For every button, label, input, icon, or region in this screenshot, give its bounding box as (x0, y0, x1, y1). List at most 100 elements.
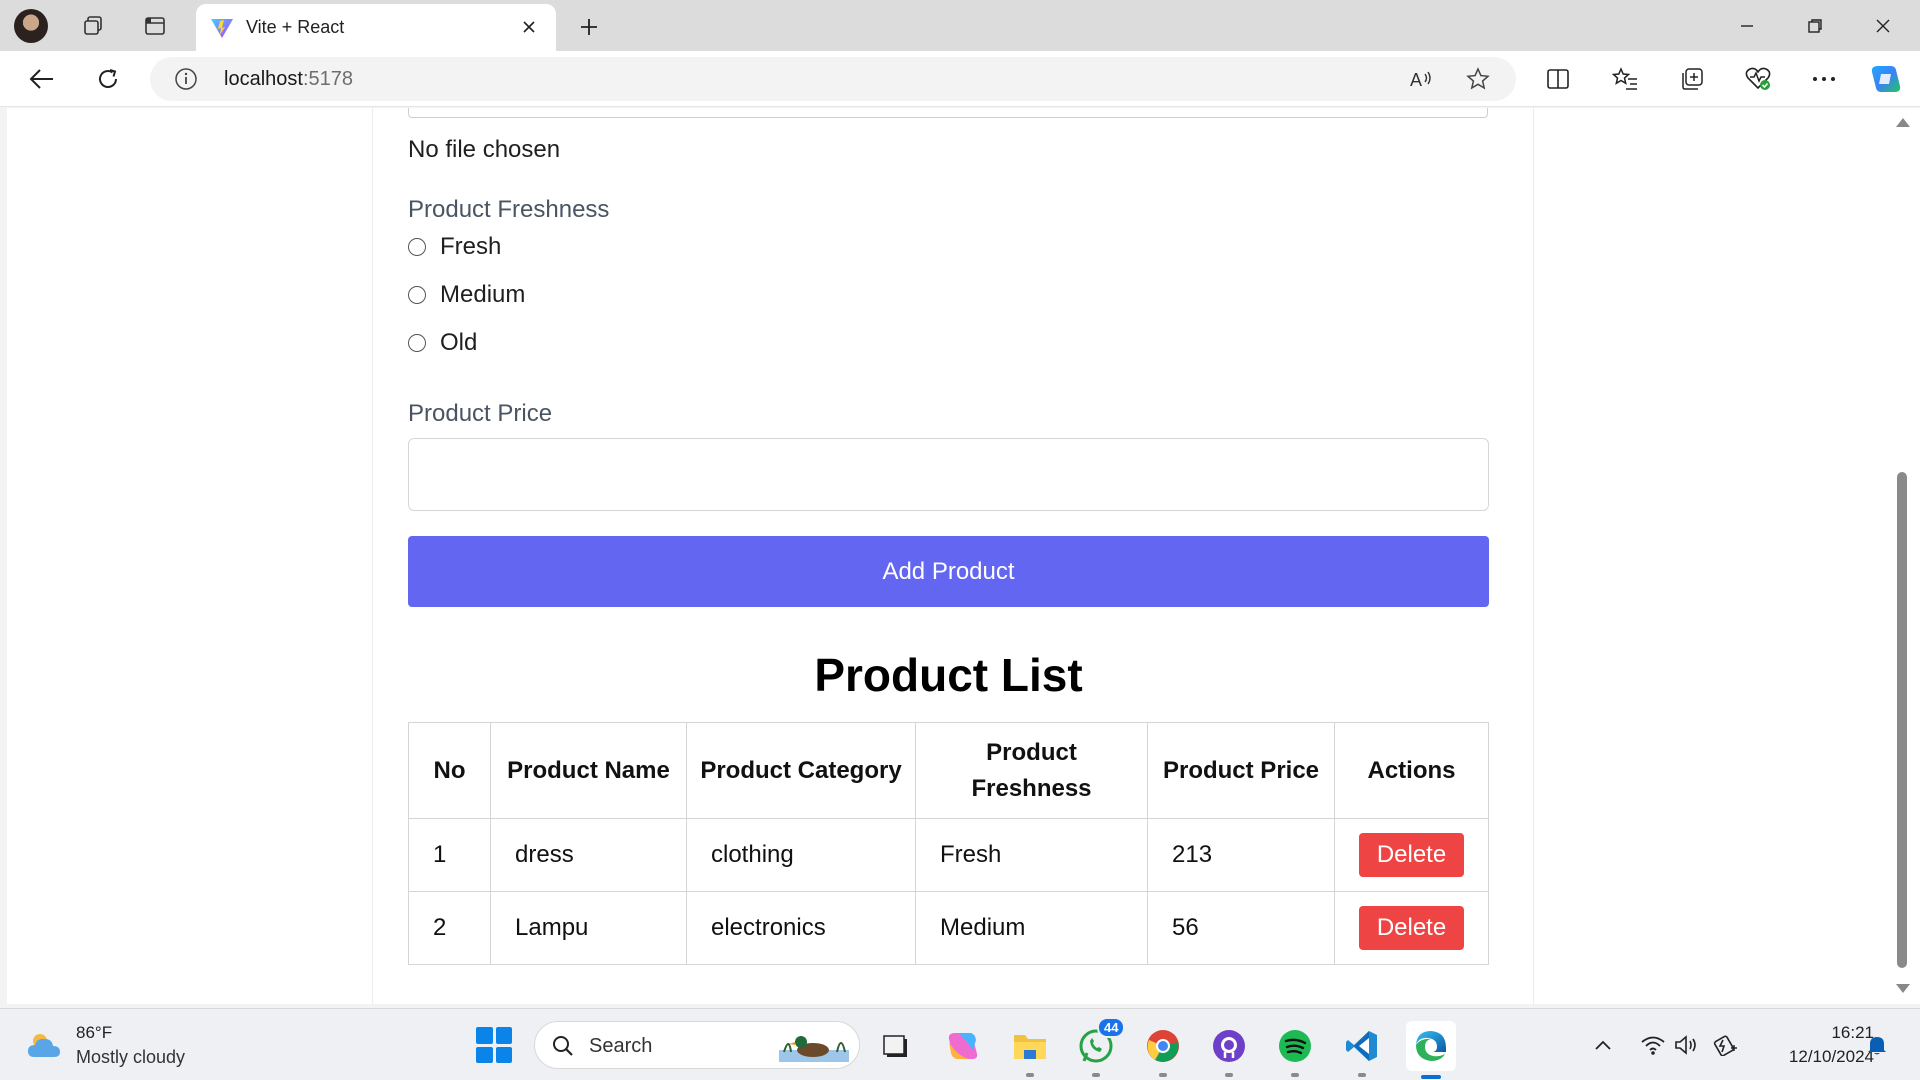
cell-freshness: Medium (915, 891, 1148, 965)
url-text[interactable]: localhost:5178 (224, 68, 353, 91)
radio-button[interactable] (408, 334, 426, 352)
file-explorer-icon[interactable] (1009, 1025, 1051, 1077)
radio-button[interactable] (408, 238, 426, 256)
clock-date[interactable]: 12/10/2024 (1760, 1047, 1874, 1067)
table-row: 1 dress clothing Fresh 213 Delete (408, 818, 1489, 892)
running-indicator (1358, 1073, 1366, 1077)
edge-icon[interactable] (1406, 1021, 1456, 1079)
volume-icon[interactable] (1672, 1031, 1702, 1059)
cell-name: Lampu (490, 891, 687, 965)
radio-fresh[interactable]: Fresh (408, 232, 501, 262)
split-screen-icon[interactable] (1538, 61, 1578, 97)
delete-button[interactable]: Delete (1358, 906, 1465, 950)
header-name: Product Name (490, 722, 687, 819)
address-bar[interactable]: localhost:5178 A (150, 57, 1516, 101)
table-row: 2 Lampu electronics Medium 56 Delete (408, 891, 1489, 965)
delete-button[interactable]: Delete (1358, 833, 1465, 877)
radio-label: Medium (440, 281, 526, 308)
page-viewport: No file chosen Product Freshness Fresh M… (7, 108, 1892, 1004)
minimize-button[interactable] (1720, 8, 1774, 44)
radio-medium[interactable]: Medium (408, 280, 525, 310)
header-price: Product Price (1147, 722, 1335, 819)
show-hidden-icons-chevron-up-icon[interactable] (1588, 1031, 1618, 1059)
browser-titlebar: Vite + React (0, 0, 1920, 51)
chrome-icon[interactable] (1142, 1025, 1184, 1077)
cell-price: 213 (1147, 818, 1335, 892)
vscode-icon[interactable] (1341, 1025, 1383, 1077)
tab-active[interactable]: Vite + React (196, 4, 556, 51)
weather-description[interactable]: Mostly cloudy (76, 1047, 185, 1068)
running-indicator (1291, 1073, 1299, 1077)
cell-price: 56 (1147, 891, 1335, 965)
browser-toolbar: localhost:5178 A (0, 51, 1920, 107)
favorites-icon[interactable] (1605, 61, 1645, 97)
radio-button[interactable] (408, 286, 426, 304)
running-indicator (1159, 1073, 1167, 1077)
browser-essentials-icon[interactable] (1738, 61, 1778, 97)
svg-text:A: A (1410, 70, 1422, 90)
price-input[interactable] (408, 438, 1489, 511)
copilot-app-icon[interactable] (942, 1025, 984, 1067)
spotify-icon[interactable] (1274, 1025, 1316, 1077)
duck-illustration-icon (779, 1030, 849, 1062)
close-tab-icon[interactable] (516, 14, 542, 40)
back-button[interactable] (22, 61, 62, 97)
active-indicator (1421, 1075, 1441, 1079)
favorite-star-icon[interactable] (1462, 65, 1494, 93)
radio-label: Old (440, 329, 478, 356)
product-list-title: Product List (814, 649, 1083, 701)
whatsapp-icon[interactable]: 44 (1075, 1017, 1126, 1077)
cell-category: clothing (686, 818, 916, 892)
windows-taskbar: 86°F Mostly cloudy Search 44 16:21 12/10… (0, 1008, 1920, 1080)
task-view-icon[interactable] (875, 1025, 917, 1067)
windows-start-button[interactable] (476, 1027, 512, 1063)
file-input-box[interactable] (408, 108, 1488, 118)
price-label: Product Price (408, 400, 553, 427)
radio-label: Fresh (440, 233, 502, 260)
tab-title: Vite + React (246, 17, 345, 37)
notification-badge: 44 (1097, 1017, 1126, 1038)
search-icon (551, 1034, 575, 1063)
site-info-icon[interactable] (174, 67, 198, 96)
wifi-icon[interactable] (1638, 1031, 1668, 1059)
cell-actions: Delete (1334, 891, 1489, 965)
table-header-row: No Product Name Product Category Product… (408, 722, 1489, 819)
github-desktop-icon[interactable] (1208, 1025, 1250, 1077)
restore-button[interactable] (1788, 8, 1842, 44)
cell-actions: Delete (1334, 818, 1489, 892)
cloudy-weather-icon[interactable] (26, 1029, 66, 1066)
read-aloud-icon[interactable]: A (1406, 65, 1438, 93)
header-actions: Actions (1334, 722, 1489, 819)
workspaces-icon[interactable] (78, 11, 108, 41)
add-product-button[interactable]: Add Product (408, 536, 1489, 607)
header-freshness: Product Freshness (915, 722, 1148, 819)
profile-avatar[interactable] (14, 9, 48, 43)
close-window-button[interactable] (1856, 8, 1910, 44)
running-indicator (1092, 1073, 1100, 1077)
collections-icon[interactable] (1672, 61, 1712, 97)
vite-logo-icon (210, 17, 234, 44)
cell-category: electronics (686, 891, 916, 965)
tab-actions-icon[interactable] (140, 11, 170, 41)
search-placeholder: Search (589, 1035, 653, 1057)
battery-charging-icon[interactable] (1710, 1031, 1740, 1059)
new-tab-button[interactable] (572, 10, 606, 44)
scroll-down-arrow-icon[interactable] (1896, 984, 1910, 993)
header-no: No (408, 722, 491, 819)
running-indicator (1225, 1073, 1233, 1077)
weather-temperature[interactable]: 86°F (76, 1023, 112, 1043)
more-menu-icon[interactable] (1804, 61, 1844, 97)
radio-old[interactable]: Old (408, 328, 477, 358)
scrollbar-thumb[interactable] (1897, 472, 1907, 968)
cell-name: dress (490, 818, 687, 892)
taskbar-search[interactable]: Search (534, 1021, 860, 1069)
cell-no: 2 (408, 891, 491, 965)
copilot-icon[interactable] (1866, 61, 1906, 97)
notification-bell-icon[interactable] (1862, 1031, 1892, 1059)
refresh-button[interactable] (88, 61, 128, 97)
product-table: No Product Name Product Category Product… (408, 722, 1489, 965)
cell-freshness: Fresh (915, 818, 1148, 892)
scroll-up-arrow-icon[interactable] (1896, 118, 1910, 127)
freshness-label: Product Freshness (408, 196, 610, 223)
page-scrollbar[interactable] (1892, 108, 1920, 1004)
